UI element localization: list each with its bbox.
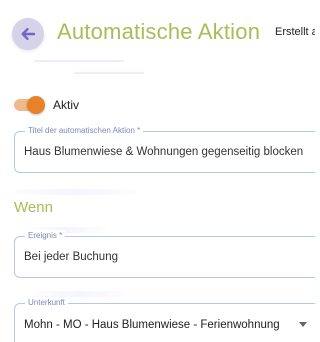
page-title: Automatische Aktion (57, 19, 261, 44)
event-label: Ereignis * (25, 230, 66, 242)
event-field[interactable]: Ereignis * Bei jeder Buchung (14, 230, 315, 278)
created-info: Erstellt a (275, 26, 315, 38)
unit-value[interactable]: Mohn - MO - Haus Blumenwiese - Ferienwoh… (24, 319, 280, 331)
automation-title-value[interactable]: Haus Blumenwiese & Wohnungen gegenseitig… (24, 146, 303, 158)
background-artifact-strip (0, 189, 150, 195)
automation-title-field[interactable]: Titel der automatischen Aktion * Haus Bl… (14, 125, 315, 173)
automation-editor-page: Automatische Aktion Erstellt a Aktiv Tit… (0, 0, 315, 342)
back-button[interactable] (12, 18, 44, 50)
unit-select[interactable]: Unterkunft Mohn - MO - Haus Blumenwiese … (14, 297, 315, 342)
section-heading-when: Wenn (14, 199, 53, 216)
unit-label: Unterkunft (25, 297, 68, 309)
event-value[interactable]: Bei jeder Buchung (24, 251, 118, 263)
arrow-left-icon (21, 28, 36, 40)
active-toggle[interactable] (14, 96, 45, 114)
chevron-down-icon[interactable] (299, 322, 307, 327)
active-toggle-row: Aktiv (14, 96, 79, 114)
background-artifact (34, 58, 184, 84)
active-toggle-label: Aktiv (53, 98, 80, 112)
automation-title-label: Titel der automatischen Aktion * (25, 125, 144, 137)
toggle-thumb (27, 96, 45, 114)
